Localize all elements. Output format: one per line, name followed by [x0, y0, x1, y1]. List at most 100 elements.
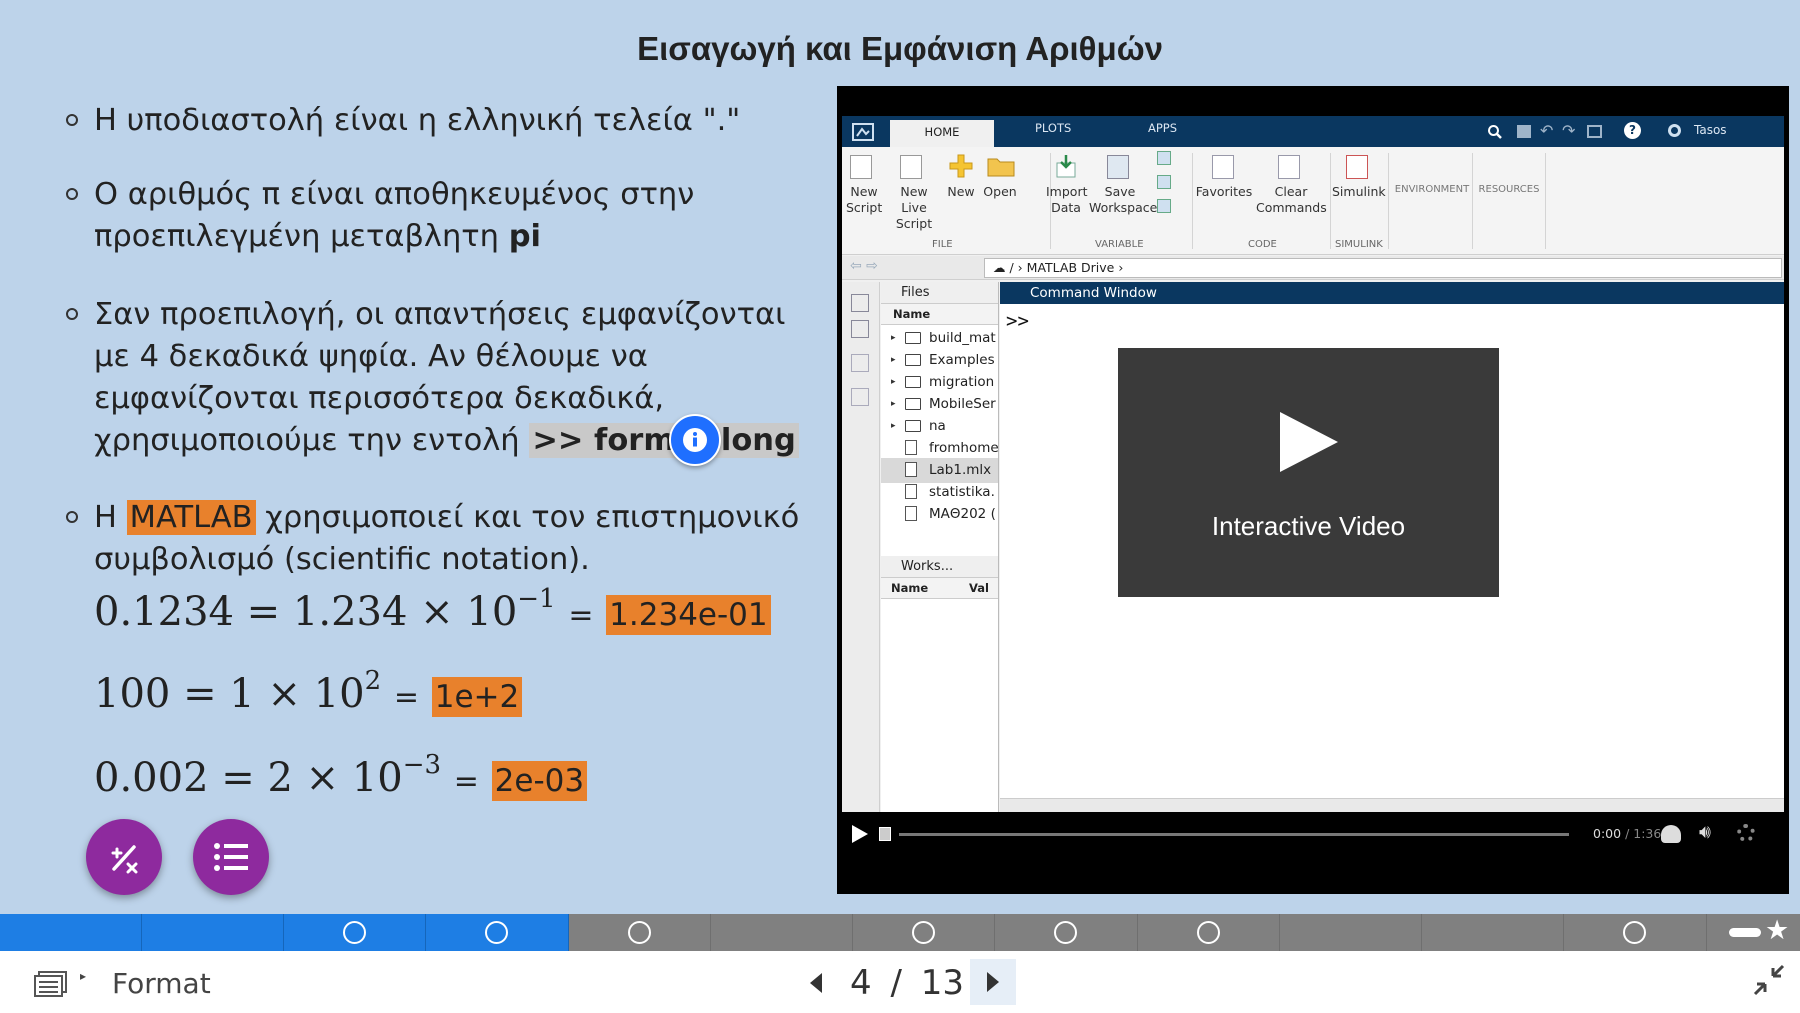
play-button-icon[interactable] — [849, 824, 869, 844]
plus-minus-icon — [111, 845, 138, 874]
new-button[interactable]: New — [946, 184, 976, 200]
current-folder-path[interactable]: ☁ / › MATLAB Drive › — [984, 258, 1782, 278]
simulink-icon — [1346, 155, 1368, 179]
task-marker-icon — [485, 921, 508, 944]
folder-icon — [905, 354, 921, 366]
undo-icon[interactable]: ↶ — [1540, 121, 1553, 140]
command-prompt: >> — [1006, 310, 1029, 332]
bullet-marker — [66, 511, 78, 523]
settings-icon[interactable] — [1737, 824, 1755, 842]
interactive-video[interactable]: HOME PLOTS APPS ↶ ↷ ? Tasos New Script N… — [837, 86, 1789, 894]
progress-segment-10[interactable] — [1280, 914, 1422, 951]
files-panel-icon[interactable] — [851, 294, 869, 312]
open-variable-icon[interactable] — [1157, 175, 1171, 189]
workspace-panel-icon[interactable] — [851, 320, 869, 338]
video-controls: 0:00 / 1:36 🔊︎ — [837, 812, 1789, 856]
file-list-item[interactable]: ΜΑΘ202 ( — [881, 502, 998, 527]
next-slide-button[interactable] — [970, 959, 1016, 1005]
switch-windows-icon[interactable] — [1587, 125, 1602, 138]
import-data-button[interactable]: Import Data — [1046, 184, 1088, 216]
new-live-script-button[interactable]: New Live Script — [886, 184, 942, 232]
user-menu[interactable]: Tasos — [1694, 123, 1727, 137]
matlab-ribbon: New Script New Live Script New Open Impo… — [842, 147, 1784, 255]
search-icon[interactable] — [1487, 124, 1503, 140]
folder-icon — [905, 332, 921, 344]
files-panel: Files Name ▸ build_mat ▸ Examples ▸ migration… — [881, 282, 999, 812]
workspace-panel-header[interactable]: Works... — [881, 556, 998, 578]
task-marker-icon — [1623, 921, 1646, 944]
new-plus-icon — [949, 154, 973, 178]
interactive-video-start-overlay[interactable]: Interactive Video — [1118, 348, 1499, 597]
matlab-logo-icon — [852, 123, 874, 141]
bullet-marker — [66, 114, 78, 126]
resources-menu[interactable]: RESOURCES — [1474, 182, 1544, 198]
history-panel-icon[interactable] — [851, 354, 869, 372]
new-variable-icon[interactable] — [1157, 151, 1171, 165]
bookmark-icon[interactable] — [879, 827, 891, 841]
file-icon — [905, 484, 917, 499]
help-icon[interactable]: ? — [1624, 122, 1641, 139]
open-folder-icon — [987, 158, 1015, 177]
playback-rate-icon[interactable] — [1661, 825, 1681, 843]
workspace-columns: Name Val — [881, 578, 998, 599]
matlab-toolstrip-tabs: HOME PLOTS APPS ↶ ↷ ? Tasos — [842, 116, 1784, 147]
save-workspace-icon — [1107, 155, 1129, 179]
format-long-command: >> format long — [529, 423, 799, 458]
progress-segment-7[interactable] — [853, 914, 995, 951]
previous-slide-icon[interactable] — [808, 972, 824, 994]
group-label-code: CODE — [1248, 239, 1277, 250]
progress-segment-2[interactable] — [142, 914, 284, 951]
star-icon: ★ — [1765, 915, 1790, 946]
clear-commands-button[interactable]: Clear Commands — [1256, 184, 1327, 216]
progress-segment-11[interactable] — [1422, 914, 1564, 951]
caret-right-icon[interactable]: ▸ — [80, 969, 86, 983]
progress-segment-12[interactable] — [1564, 914, 1707, 951]
bullet-pi: Ο αριθμός π είναι αποθηκευμένος στην προ… — [66, 174, 826, 258]
tab-home[interactable]: HOME — [890, 120, 994, 147]
redo-icon[interactable]: ↷ — [1562, 121, 1575, 140]
progress-segment-9[interactable] — [1138, 914, 1280, 951]
tab-plots[interactable]: PLOTS — [1035, 121, 1071, 135]
equation-3: 0.002 = 2 × 10−3 = 2e-03 — [94, 750, 588, 801]
favorites-icon — [1212, 155, 1234, 179]
favorites-button[interactable]: Favorites — [1194, 184, 1254, 200]
equation-2: 100 = 1 × 102 = 1e+2 — [94, 666, 523, 717]
exit-fullscreen-icon[interactable] — [1751, 962, 1787, 998]
import-data-icon — [1056, 155, 1076, 178]
table-of-contents-icon[interactable] — [34, 971, 68, 997]
clear-commands-icon — [1278, 155, 1300, 179]
info-hotspot-button[interactable] — [669, 414, 721, 466]
navigation-footer: ▸ Format 4 / 13 — [0, 951, 1800, 1013]
open-button[interactable]: Open — [982, 184, 1018, 200]
summary-button[interactable] — [193, 819, 269, 895]
tab-apps[interactable]: APPS — [1148, 121, 1177, 135]
progress-segment-5[interactable] — [569, 914, 711, 951]
math-toolbar-button[interactable] — [86, 819, 162, 895]
bullet-marker — [66, 308, 78, 320]
save-workspace-button[interactable]: Save Workspace — [1089, 184, 1157, 216]
progress-segment-1[interactable] — [0, 914, 142, 951]
details-panel-icon[interactable] — [851, 388, 869, 406]
slide: Εισαγωγή και Εμφάνιση Αριθμών Η υποδιαστ… — [0, 0, 1800, 914]
video-seek-bar[interactable] — [899, 833, 1569, 836]
files-column-name[interactable]: Name — [881, 304, 998, 325]
files-panel-header[interactable]: Files — [881, 282, 998, 304]
simulink-button[interactable]: Simulink — [1332, 184, 1386, 200]
new-script-button[interactable]: New Script — [846, 184, 882, 216]
back-forward-icon[interactable]: ⇦ ⇨ — [850, 258, 878, 274]
progress-segment-6[interactable] — [711, 914, 853, 951]
settings-gear-icon[interactable] — [1668, 124, 1681, 137]
equation-1: 0.1234 = 1.234 × 10−1 = 1.234e-01 — [94, 584, 771, 635]
environment-menu[interactable]: ENVIRONMENT — [1392, 182, 1472, 198]
progress-segment-4[interactable] — [426, 914, 569, 951]
volume-icon[interactable]: 🔊︎ — [1699, 821, 1711, 843]
progress-segment-3[interactable] — [284, 914, 426, 951]
progress-segment-8[interactable] — [995, 914, 1138, 951]
clear-workspace-icon[interactable] — [1157, 199, 1171, 213]
progress-segment-13[interactable]: ★ — [1707, 914, 1800, 951]
save-icon[interactable] — [1517, 125, 1531, 138]
command-window-header: Command Window — [1000, 282, 1784, 304]
folder-icon — [905, 376, 921, 388]
task-marker-icon — [628, 921, 651, 944]
task-marker-icon — [343, 921, 366, 944]
